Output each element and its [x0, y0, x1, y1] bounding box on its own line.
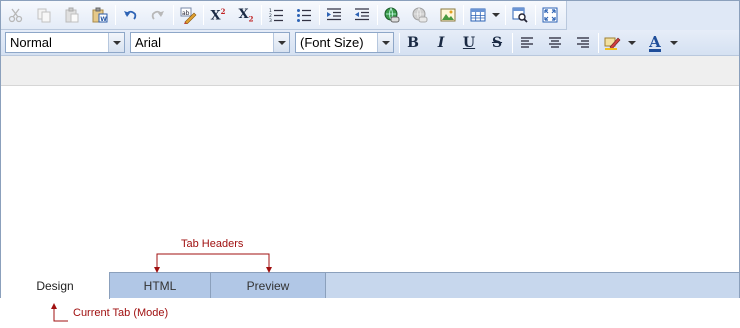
current-tab-annotation: Current Tab (Mode) — [73, 307, 169, 319]
tab-design[interactable]: Design — [1, 272, 110, 299]
insert-table-icon[interactable] — [467, 4, 489, 26]
toolbar-separator — [463, 5, 464, 25]
paste-icon[interactable] — [61, 4, 83, 26]
tab-html[interactable]: HTML — [110, 272, 211, 298]
tab-design-label: Design — [36, 278, 74, 293]
align-left-icon[interactable] — [516, 32, 538, 54]
toolbar-separator — [203, 5, 204, 25]
content-area[interactable] — [1, 87, 739, 272]
superscript-x: X — [210, 8, 221, 24]
unordered-list-icon[interactable] — [293, 4, 315, 26]
copy-icon[interactable] — [33, 4, 55, 26]
toolbar-separator — [319, 5, 320, 25]
toolbar-separator — [598, 33, 599, 53]
fullscreen-icon[interactable] — [539, 4, 561, 26]
italic-button[interactable]: I — [430, 32, 452, 54]
font-color-dropdown[interactable] — [667, 32, 681, 54]
bold-button[interactable]: B — [402, 32, 424, 54]
strikethrough-button[interactable]: S — [486, 32, 508, 54]
tab-headers-annotation: Tab Headers — [181, 238, 244, 250]
font-name-select[interactable]: Arial — [130, 32, 290, 53]
mode-tab-bar: Design HTML Preview — [1, 272, 739, 299]
font-name-value: Arial — [135, 35, 162, 50]
remove-link-icon[interactable] — [409, 4, 431, 26]
toolbar-separator — [261, 5, 262, 25]
align-right-icon[interactable] — [572, 32, 594, 54]
chevron-down-icon — [492, 13, 500, 17]
subscript-mark: 2 — [248, 14, 254, 24]
html-editor: W ab X2 X2 123 Normal Arial (Font Size) … — [0, 0, 740, 299]
toolbar-separator — [535, 5, 536, 25]
underline-icon: U — [462, 35, 476, 51]
chevron-down-icon[interactable] — [108, 33, 124, 52]
svg-text:ab: ab — [182, 10, 190, 17]
subscript-x: X — [238, 6, 249, 22]
outdent-icon[interactable] — [351, 4, 373, 26]
italic-icon: I — [437, 35, 445, 51]
chevron-down-icon[interactable] — [377, 33, 393, 52]
bold-icon: B — [407, 35, 419, 51]
chevron-down-icon — [670, 41, 678, 45]
superscript-mark: 2 — [220, 6, 226, 16]
font-size-select[interactable]: (Font Size) — [295, 32, 394, 53]
subscript-icon[interactable]: X2 — [235, 4, 257, 26]
undo-icon[interactable] — [119, 4, 141, 26]
align-center-icon[interactable] — [544, 32, 566, 54]
toolbar-separator — [512, 33, 513, 53]
font-color-icon: A — [649, 32, 661, 52]
toolbar-row-2: Normal Arial (Font Size) B I U S A — [1, 30, 739, 56]
svg-text:W: W — [100, 16, 107, 23]
current-tab-arrow — [51, 303, 68, 322]
indent-icon[interactable] — [323, 4, 345, 26]
strikethrough-icon: S — [491, 35, 503, 51]
toolbar-separator — [377, 5, 378, 25]
highlight-color-dropdown[interactable] — [625, 32, 639, 54]
toolbar-module-strip — [1, 56, 739, 86]
insert-image-icon[interactable] — [437, 4, 459, 26]
toolbar-group: W ab X2 X2 123 — [1, 1, 567, 30]
superscript-icon[interactable]: X2 — [207, 4, 229, 26]
redo-icon[interactable] — [147, 4, 169, 26]
font-size-value: (Font Size) — [300, 35, 364, 50]
font-color-button[interactable]: A — [644, 32, 666, 54]
ordered-list-icon[interactable]: 123 — [265, 4, 287, 26]
toolbar-separator — [399, 33, 400, 53]
find-icon[interactable] — [509, 4, 531, 26]
toolbar-separator — [173, 5, 174, 25]
paragraph-style-value: Normal — [10, 35, 52, 50]
toolbar-separator — [505, 5, 506, 25]
tab-preview[interactable]: Preview — [211, 272, 326, 298]
paragraph-style-select[interactable]: Normal — [5, 32, 125, 53]
toolbar-separator — [115, 5, 116, 25]
svg-text:3: 3 — [269, 18, 272, 23]
spellcheck-icon[interactable]: ab — [177, 4, 199, 26]
cut-icon[interactable] — [5, 4, 27, 26]
paste-from-word-icon[interactable]: W — [89, 4, 111, 26]
tab-preview-label: Preview — [246, 278, 290, 293]
highlight-color-icon[interactable] — [602, 32, 624, 54]
chevron-down-icon[interactable] — [273, 33, 289, 52]
chevron-down-icon — [628, 41, 636, 45]
toolbar-row-1: W ab X2 X2 123 — [1, 1, 739, 30]
underline-button[interactable]: U — [458, 32, 480, 54]
tab-html-label: HTML — [143, 278, 177, 293]
table-dropdown-arrow[interactable] — [489, 4, 503, 26]
insert-link-icon[interactable] — [381, 4, 403, 26]
